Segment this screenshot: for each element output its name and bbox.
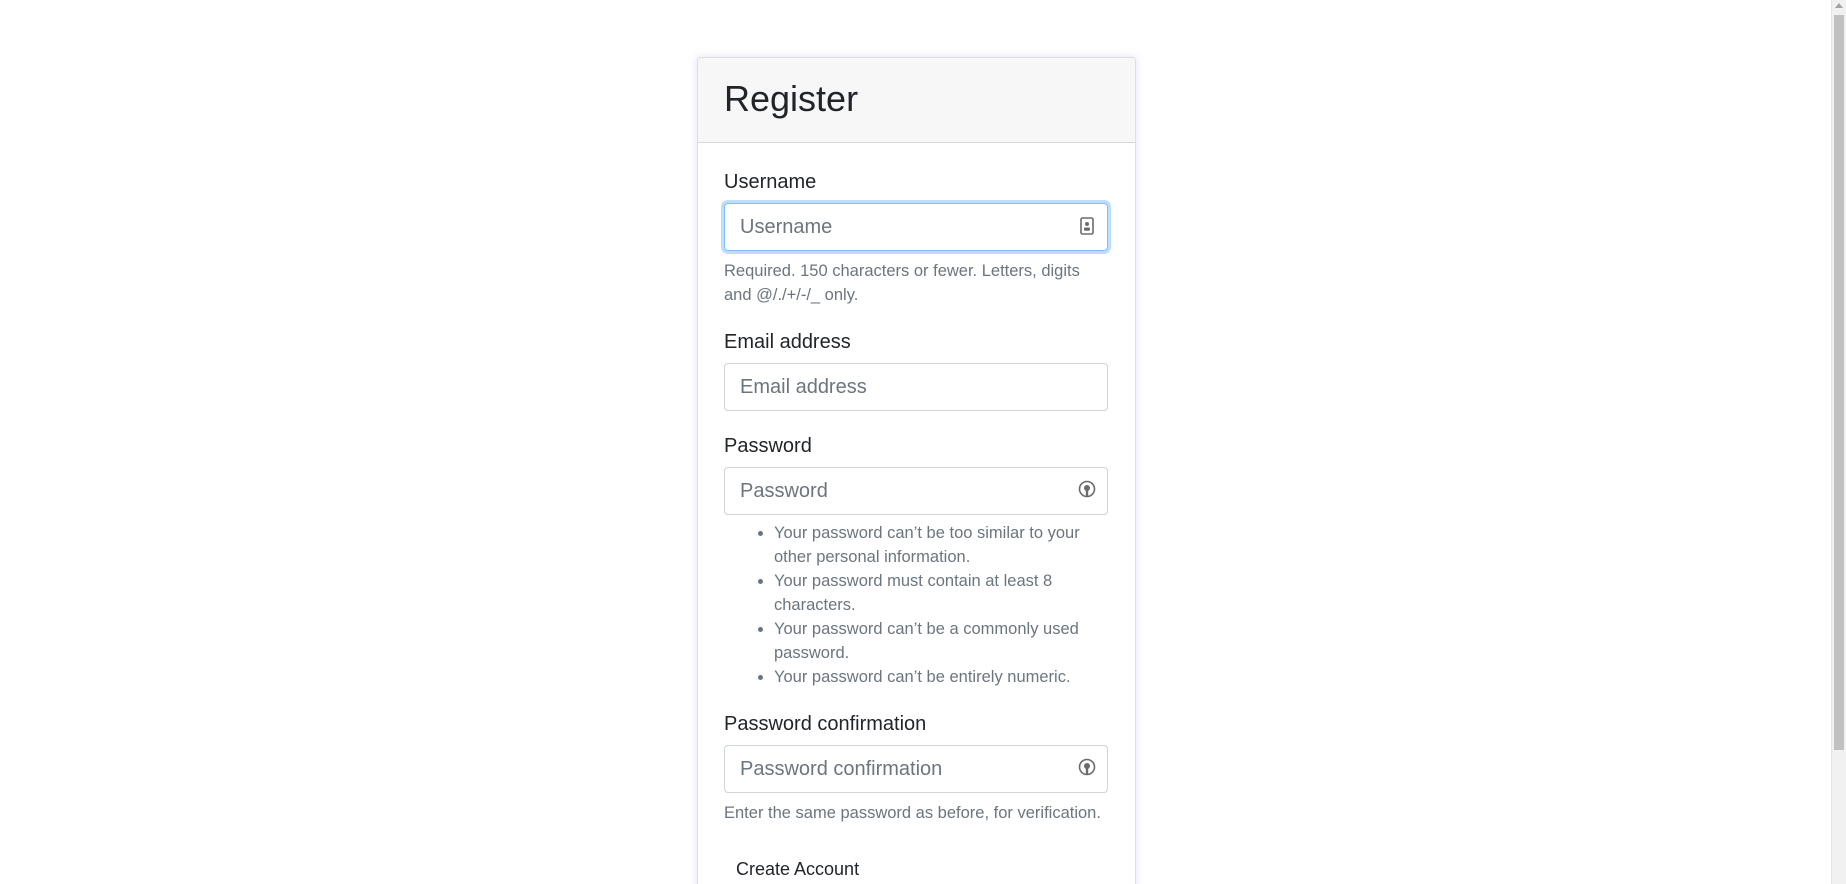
password-confirmation-help-text: Enter the same password as before, for v… xyxy=(724,804,1101,822)
create-account-button[interactable]: Create Account xyxy=(724,847,871,884)
password-group: Password Your password can’t be too simi… xyxy=(724,433,1109,689)
email-group: Email address xyxy=(724,329,1109,411)
page-viewport: Register Username Required. 150 char xyxy=(0,0,1846,884)
username-help-text: Required. 150 characters or fewer. Lette… xyxy=(724,262,1080,304)
password-input[interactable] xyxy=(724,467,1108,515)
password-input-wrap xyxy=(724,467,1108,515)
list-item: Your password can’t be a commonly used p… xyxy=(774,617,1109,665)
list-item: Your password must contain at least 8 ch… xyxy=(774,569,1109,617)
email-input-wrap xyxy=(724,363,1108,411)
vertical-scrollbar[interactable] xyxy=(1831,0,1846,884)
password-confirmation-label: Password confirmation xyxy=(724,713,927,735)
register-card: Register Username Required. 150 char xyxy=(697,57,1136,884)
page-title: Register xyxy=(724,78,859,119)
password-confirmation-input[interactable] xyxy=(724,745,1108,793)
card-header: Register xyxy=(698,58,1135,143)
password-label: Password xyxy=(724,435,812,457)
scrollbar-thumb[interactable] xyxy=(1834,15,1844,750)
email-input[interactable] xyxy=(724,363,1108,411)
username-input-wrap xyxy=(724,203,1108,251)
list-item: Your password can’t be too similar to yo… xyxy=(774,521,1109,569)
password-confirmation-group: Password confirmation Enter the same pas… xyxy=(724,711,1109,825)
username-label: Username xyxy=(724,171,817,193)
password-help-list: Your password can’t be too similar to yo… xyxy=(724,521,1109,689)
email-label: Email address xyxy=(724,331,851,353)
username-input[interactable] xyxy=(724,203,1108,251)
password-key-icon[interactable] xyxy=(1076,479,1098,501)
password-key-icon[interactable] xyxy=(1076,757,1098,779)
scroll-up-arrow-icon[interactable] xyxy=(1835,3,1843,8)
register-form: Username Required. 150 characters or few… xyxy=(698,143,1135,884)
username-group: Username Required. 150 characters or few… xyxy=(724,169,1109,307)
contact-card-icon[interactable] xyxy=(1076,215,1098,237)
password-confirmation-input-wrap xyxy=(724,745,1108,793)
list-item: Your password can’t be entirely numeric. xyxy=(774,665,1109,689)
